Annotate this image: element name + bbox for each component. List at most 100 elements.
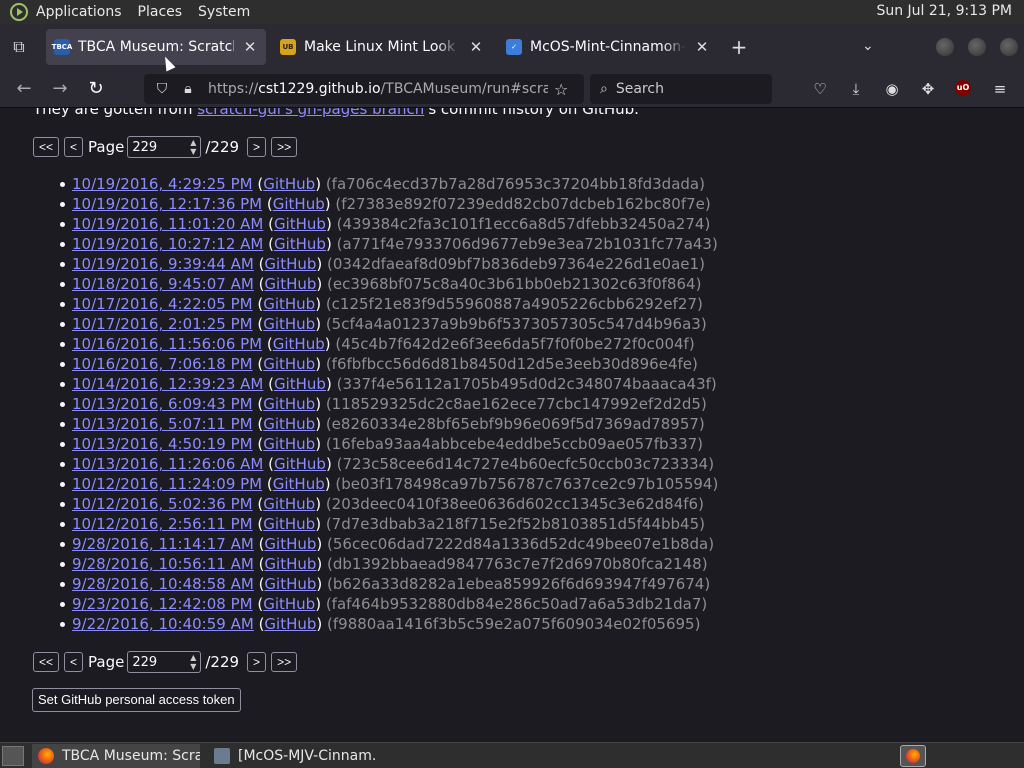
tab-close-icon[interactable]: ✕ [242,38,258,56]
taskbar-item-firefox[interactable]: TBCA Museum: Scra... [32,743,200,768]
bookmark-star-icon[interactable]: ☆ [554,80,568,99]
github-link[interactable]: GitHub [263,495,315,513]
list-all-tabs-icon[interactable]: ⌄ [862,38,874,54]
tab-tbca-museum[interactable]: TBCA TBCA Museum: Scratch 3.0 ✕ [46,29,266,65]
github-link[interactable]: GitHub [273,335,325,353]
github-link[interactable]: GitHub [263,415,315,433]
github-link[interactable]: GitHub [274,235,326,253]
pocket-icon[interactable]: ♡ [810,79,830,99]
prev-page-button[interactable]: < [64,652,84,672]
last-page-button[interactable]: >> [271,652,298,672]
tracking-shield-icon[interactable]: ⛉ [154,81,170,97]
github-link[interactable]: GitHub [264,255,316,273]
github-link[interactable]: GitHub [274,455,326,473]
commit-date-link[interactable]: 9/28/2016, 11:14:17 AM [72,535,254,553]
github-link[interactable]: GitHub [263,295,315,313]
ublock-origin-icon[interactable]: uO [955,80,971,96]
commit-date-link[interactable]: 9/23/2016, 12:42:08 PM [72,595,253,613]
commit-date-link[interactable]: 10/13/2016, 11:26:06 AM [72,455,263,473]
paren-close: ) [315,395,326,413]
commit-date-link[interactable]: 10/12/2016, 11:24:09 PM [72,475,262,493]
minimize-window-icon[interactable] [936,38,954,56]
lock-icon[interactable]: 🔒︎ [180,81,196,97]
github-link[interactable]: GitHub [264,535,316,553]
tab-make-linux-mint[interactable]: UB Make Linux Mint Look Like a ✕ [272,29,492,65]
menu-applications[interactable]: Applications [36,4,122,20]
commit-date-link[interactable]: 10/19/2016, 10:27:12 AM [72,235,263,253]
tab-close-icon[interactable]: ✕ [468,38,484,56]
close-window-icon[interactable] [1000,38,1018,56]
commit-date-link[interactable]: 10/17/2016, 4:22:05 PM [72,295,253,313]
github-link[interactable]: GitHub [274,375,326,393]
reload-icon[interactable]: ↻ [84,77,108,101]
commit-date-link[interactable]: 10/19/2016, 12:17:36 PM [72,195,262,213]
github-link[interactable]: GitHub [264,615,316,633]
commit-date-link[interactable]: 9/22/2016, 10:40:59 AM [72,615,254,633]
commit-date-link[interactable]: 10/17/2016, 2:01:25 PM [72,315,253,333]
commit-date-link[interactable]: 10/13/2016, 6:09:43 PM [72,395,253,413]
account-icon[interactable]: ◉ [882,79,902,99]
github-link[interactable]: GitHub [263,515,315,533]
gh-pages-branch-link[interactable]: scratch-gui's gh-pages branch [197,108,424,118]
downloads-icon[interactable]: ⤓ [846,79,866,99]
tray-firefox-icon[interactable] [900,745,926,767]
commit-date-link[interactable]: 10/14/2016, 12:39:23 AM [72,375,263,393]
github-link[interactable]: GitHub [273,195,325,213]
set-github-token-button[interactable]: Set GitHub personal access token [32,688,241,712]
show-desktop-icon[interactable] [2,745,24,766]
menu-places[interactable]: Places [138,4,183,20]
commit-date-link[interactable]: 10/16/2016, 7:06:18 PM [72,355,253,373]
tab-mcos-mint[interactable]: ✓ McOS-Mint-Cinnamon-Edit ✕ [498,29,718,65]
next-page-button[interactable]: > [247,652,267,672]
github-link[interactable]: GitHub [263,355,315,373]
app-menu-icon[interactable]: ≡ [990,79,1010,99]
github-link[interactable]: GitHub [263,315,315,333]
github-link[interactable]: GitHub [264,575,316,593]
tab-close-icon[interactable]: ✕ [694,38,710,56]
commit-date-link[interactable]: 10/12/2016, 5:02:36 PM [72,495,253,513]
commit-date-link[interactable]: 9/28/2016, 10:56:11 AM [72,555,254,573]
extensions-icon[interactable]: ✥ [918,79,938,99]
taskbar-item-file-manager[interactable]: [McOS-MJV-Cinnam... [208,744,376,768]
url-bar[interactable]: ⛉ 🔒︎ https://cst1229.github.io/TBCAMuseu… [144,74,584,104]
github-link[interactable]: GitHub [264,275,316,293]
firefox-view-icon[interactable]: ⧉ [8,36,30,58]
prev-page-button[interactable]: < [64,137,84,157]
search-input[interactable]: ⌕ Search [590,74,772,104]
maximize-window-icon[interactable] [968,38,986,56]
back-arrow-icon[interactable]: ← [12,77,36,101]
commit-date-link[interactable]: 10/13/2016, 5:07:11 PM [72,415,253,433]
commit-date-link[interactable]: 10/19/2016, 4:29:25 PM [72,175,253,193]
spinner-icon[interactable]: ▲ ▼ [190,138,196,156]
commit-date-link[interactable]: 10/12/2016, 2:56:11 PM [72,515,253,533]
new-tab-icon[interactable]: + [728,36,750,58]
commit-hash: be03f178498ca97b756787c7637ce2c97b105594 [341,475,713,493]
github-link[interactable]: GitHub [263,175,315,193]
forward-arrow-icon[interactable]: → [48,77,72,101]
commit-date-link[interactable]: 10/19/2016, 11:01:20 AM [72,215,263,233]
commit-date-link[interactable]: 10/19/2016, 9:39:44 AM [72,255,254,273]
github-link[interactable]: GitHub [263,395,315,413]
list-item: 10/13/2016, 4:50:19 PM (GitHub) (16feba9… [59,434,718,454]
menu-system[interactable]: System [198,4,250,20]
panel-clock[interactable]: Sun Jul 21, 9:13 PM [876,3,1012,19]
first-page-button[interactable]: << [33,137,60,157]
commit-date-link[interactable]: 9/28/2016, 10:48:58 AM [72,575,254,593]
commit-date-link[interactable]: 10/18/2016, 9:45:07 AM [72,275,254,293]
first-page-button[interactable]: << [33,652,60,672]
next-page-button[interactable]: > [247,137,267,157]
paren-open: ( [252,315,264,333]
github-link[interactable]: GitHub [263,435,315,453]
github-link[interactable]: GitHub [273,475,325,493]
commit-date-link[interactable]: 10/16/2016, 11:56:06 PM [72,335,262,353]
page-number-input[interactable]: 229 ▲ ▼ [127,136,202,158]
github-link[interactable]: GitHub [263,595,315,613]
commit-date-link[interactable]: 10/13/2016, 4:50:19 PM [72,435,253,453]
last-page-button[interactable]: >> [271,137,298,157]
page-number-input[interactable]: 229 ▲ ▼ [127,651,202,673]
spinner-icon[interactable]: ▲ ▼ [190,653,196,671]
github-link[interactable]: GitHub [274,215,326,233]
github-link[interactable]: GitHub [264,555,316,573]
mint-menu-icon[interactable] [10,3,28,21]
url-text[interactable]: https://cst1229.github.io/TBCAMuseum/run… [208,81,548,97]
